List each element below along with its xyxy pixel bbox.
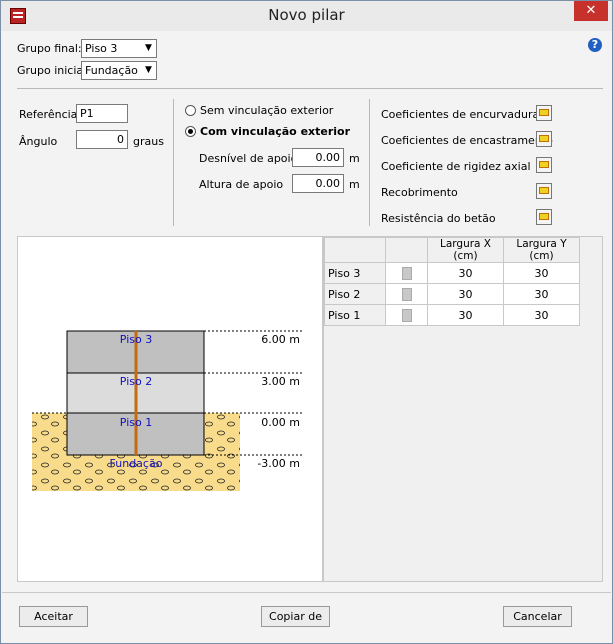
column-header[interactable]: Largura X (cm) xyxy=(427,237,504,263)
floor-label: Piso 3 xyxy=(120,333,152,346)
divider xyxy=(369,99,370,226)
floor-label: Piso 2 xyxy=(120,375,152,388)
initial-group-label: Grupo inicial: xyxy=(17,64,90,77)
without-binding-label: Sem vinculação exterior xyxy=(200,104,334,117)
width-y-cell[interactable]: 30 xyxy=(503,262,580,284)
support-offset-unit: m xyxy=(349,152,360,165)
buckling-coefficients-label: Coeficientes de encurvadura xyxy=(381,108,540,121)
edit-concrete-strength-button[interactable] xyxy=(536,209,552,225)
table-row[interactable]: Piso 2 30 30 xyxy=(324,283,580,305)
axial-stiffness-label: Coeficiente de rigidez axial xyxy=(381,160,531,173)
edit-buckling-button[interactable] xyxy=(536,105,552,121)
window-title: Novo pilar xyxy=(268,6,345,24)
dimensions-table: Largura X (cm) Largura Y (cm) Piso 3 30 … xyxy=(324,237,580,326)
cover-label: Recobrimento xyxy=(381,186,458,199)
section-cell[interactable] xyxy=(385,304,428,326)
close-button[interactable]: ✕ xyxy=(574,1,608,21)
support-height-unit: m xyxy=(349,178,360,191)
angle-input[interactable]: 0 xyxy=(76,130,128,149)
support-offset-label: Desnível de apoio xyxy=(199,152,298,165)
reference-input[interactable]: P1 xyxy=(76,104,128,123)
reference-label: Referência xyxy=(19,108,78,121)
initial-group-select[interactable]: Fundação ▼ xyxy=(81,61,157,80)
edit-icon xyxy=(539,109,549,116)
accept-button[interactable]: Aceitar xyxy=(19,606,88,627)
support-offset-input[interactable]: 0.00 xyxy=(292,148,344,167)
chevron-down-icon: ▼ xyxy=(145,65,152,75)
section-cell[interactable] xyxy=(385,283,428,305)
copy-from-button[interactable]: Copiar de xyxy=(261,606,330,627)
divider xyxy=(17,88,603,89)
edit-cover-button[interactable] xyxy=(536,183,552,199)
row-name: Piso 3 xyxy=(324,262,386,284)
initial-group-value: Fundação xyxy=(85,64,138,77)
edit-fixity-button[interactable] xyxy=(536,131,552,147)
edit-icon xyxy=(539,161,549,168)
column-header[interactable]: Largura Y (cm) xyxy=(503,237,580,263)
level-label: 0.00 m xyxy=(261,416,300,429)
divider xyxy=(2,592,611,593)
section-cell[interactable] xyxy=(385,262,428,284)
floor-label: Piso 1 xyxy=(120,416,152,429)
dialog-window: Novo pilar ✕ ? Grupo final: Piso 3 ▼ Gru… xyxy=(0,0,613,644)
concrete-strength-label: Resistência do betão xyxy=(381,212,496,225)
level-label: -3.00 m xyxy=(257,457,300,470)
table-row[interactable]: Piso 3 30 30 xyxy=(324,262,580,284)
row-name: Piso 2 xyxy=(324,283,386,305)
final-group-select[interactable]: Piso 3 ▼ xyxy=(81,39,157,58)
table-row[interactable]: Piso 1 30 30 xyxy=(324,304,580,326)
column-diagram-panel: Piso 3 Piso 2 Piso 1 Fundação 6.00 m 3.0… xyxy=(17,236,323,582)
edit-icon xyxy=(539,135,549,142)
width-y-cell[interactable]: 30 xyxy=(503,283,580,305)
chevron-down-icon: ▼ xyxy=(145,43,152,53)
width-x-cell[interactable]: 30 xyxy=(427,262,504,284)
section-swatch-icon xyxy=(401,266,412,280)
cancel-button[interactable]: Cancelar xyxy=(503,606,572,627)
table-header-row: Largura X (cm) Largura Y (cm) xyxy=(324,237,580,263)
edit-icon xyxy=(539,187,549,194)
with-binding-label: Com vinculação exterior xyxy=(200,125,351,138)
dimensions-grid: Largura X (cm) Largura Y (cm) Piso 3 30 … xyxy=(323,236,603,582)
title-bar: Novo pilar ✕ xyxy=(1,1,612,31)
support-height-label: Altura de apoio xyxy=(199,178,284,191)
help-icon[interactable]: ? xyxy=(588,38,602,52)
level-label: 3.00 m xyxy=(261,375,300,388)
angle-unit: graus xyxy=(133,135,164,148)
row-name: Piso 1 xyxy=(324,304,386,326)
final-group-label: Grupo final: xyxy=(17,42,82,55)
with-binding-radio[interactable] xyxy=(185,126,196,137)
column-header xyxy=(324,237,386,263)
final-group-value: Piso 3 xyxy=(85,42,118,55)
floor-label: Fundação xyxy=(110,457,163,470)
edit-icon xyxy=(539,213,549,220)
divider xyxy=(173,99,174,226)
edit-axial-stiffness-button[interactable] xyxy=(536,157,552,173)
level-label: 6.00 m xyxy=(261,333,300,346)
width-x-cell[interactable]: 30 xyxy=(427,283,504,305)
section-swatch-icon xyxy=(401,308,412,322)
without-binding-radio[interactable] xyxy=(185,105,196,116)
angle-label: Ângulo xyxy=(19,135,58,148)
column-header xyxy=(385,237,428,263)
width-x-cell[interactable]: 30 xyxy=(427,304,504,326)
support-height-input[interactable]: 0.00 xyxy=(292,174,344,193)
column-elevation-diagram: Piso 3 Piso 2 Piso 1 Fundação 6.00 m 3.0… xyxy=(32,330,304,491)
section-swatch-icon xyxy=(401,287,412,301)
fixity-coefficients-label: Coeficientes de encastramento xyxy=(381,134,553,147)
width-y-cell[interactable]: 30 xyxy=(503,304,580,326)
